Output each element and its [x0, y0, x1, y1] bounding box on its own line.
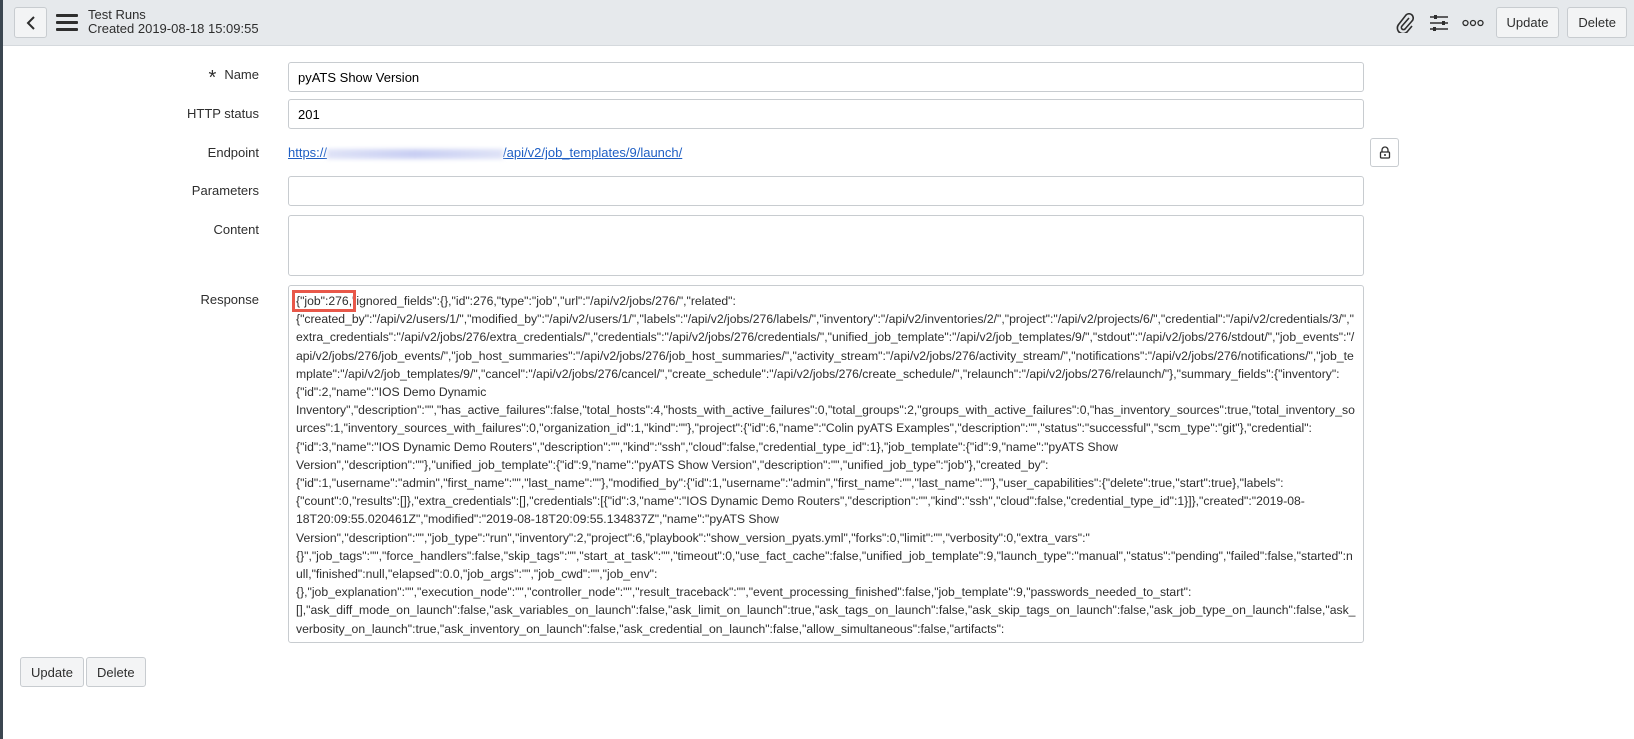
endpoint-link[interactable]: https:// /api/v2/job_templates/9/launch/	[288, 145, 682, 160]
http-status-input[interactable]	[288, 99, 1364, 129]
name-label: * Name	[4, 67, 259, 90]
response-highlight: {"job":276,	[291, 290, 357, 312]
response-text: "ignored_fields":{},"id":276,"type":"job…	[296, 294, 1356, 642]
content-label: Content	[213, 222, 259, 237]
settings-sliders-icon[interactable]	[1422, 7, 1456, 38]
endpoint-path: /api/v2/job_templates/9/launch/	[503, 145, 683, 160]
header-title: Test Runs	[88, 7, 146, 22]
lock-icon[interactable]	[1370, 138, 1399, 167]
header-subtitle: Created 2019-08-18 15:09:55	[88, 21, 259, 36]
content-textarea[interactable]	[288, 215, 1364, 276]
footer-delete-button[interactable]: Delete	[86, 657, 146, 687]
form-header: Test Runs Created 2019-08-18 15:09:55 Up…	[3, 0, 1634, 46]
paperclip-icon[interactable]	[1388, 7, 1422, 38]
endpoint-prefix: https://	[288, 145, 328, 160]
parameters-label: Parameters	[191, 183, 259, 198]
left-edge	[0, 0, 3, 739]
header-update-button[interactable]: Update	[1495, 7, 1560, 38]
http-status-label: HTTP status	[186, 106, 259, 121]
header-titles: Test Runs Created 2019-08-18 15:09:55	[88, 8, 259, 36]
response-textarea[interactable]: {"job":276,"ignored_fields":{},"id":276,…	[288, 285, 1364, 643]
header-delete-button[interactable]: Delete	[1567, 7, 1627, 38]
back-button[interactable]	[14, 7, 47, 38]
hamburger-menu-icon[interactable]	[56, 14, 78, 32]
response-label: Response	[200, 292, 259, 307]
more-options-icon[interactable]	[1456, 7, 1490, 38]
name-input[interactable]	[288, 62, 1364, 92]
name-label-text: Name	[224, 67, 259, 82]
footer-update-button[interactable]: Update	[20, 657, 84, 687]
redacted-host	[327, 148, 504, 159]
chevron-left-icon	[26, 15, 35, 30]
parameters-input[interactable]	[288, 176, 1364, 206]
required-asterisk-icon: *	[208, 67, 217, 89]
endpoint-label: Endpoint	[207, 145, 259, 160]
